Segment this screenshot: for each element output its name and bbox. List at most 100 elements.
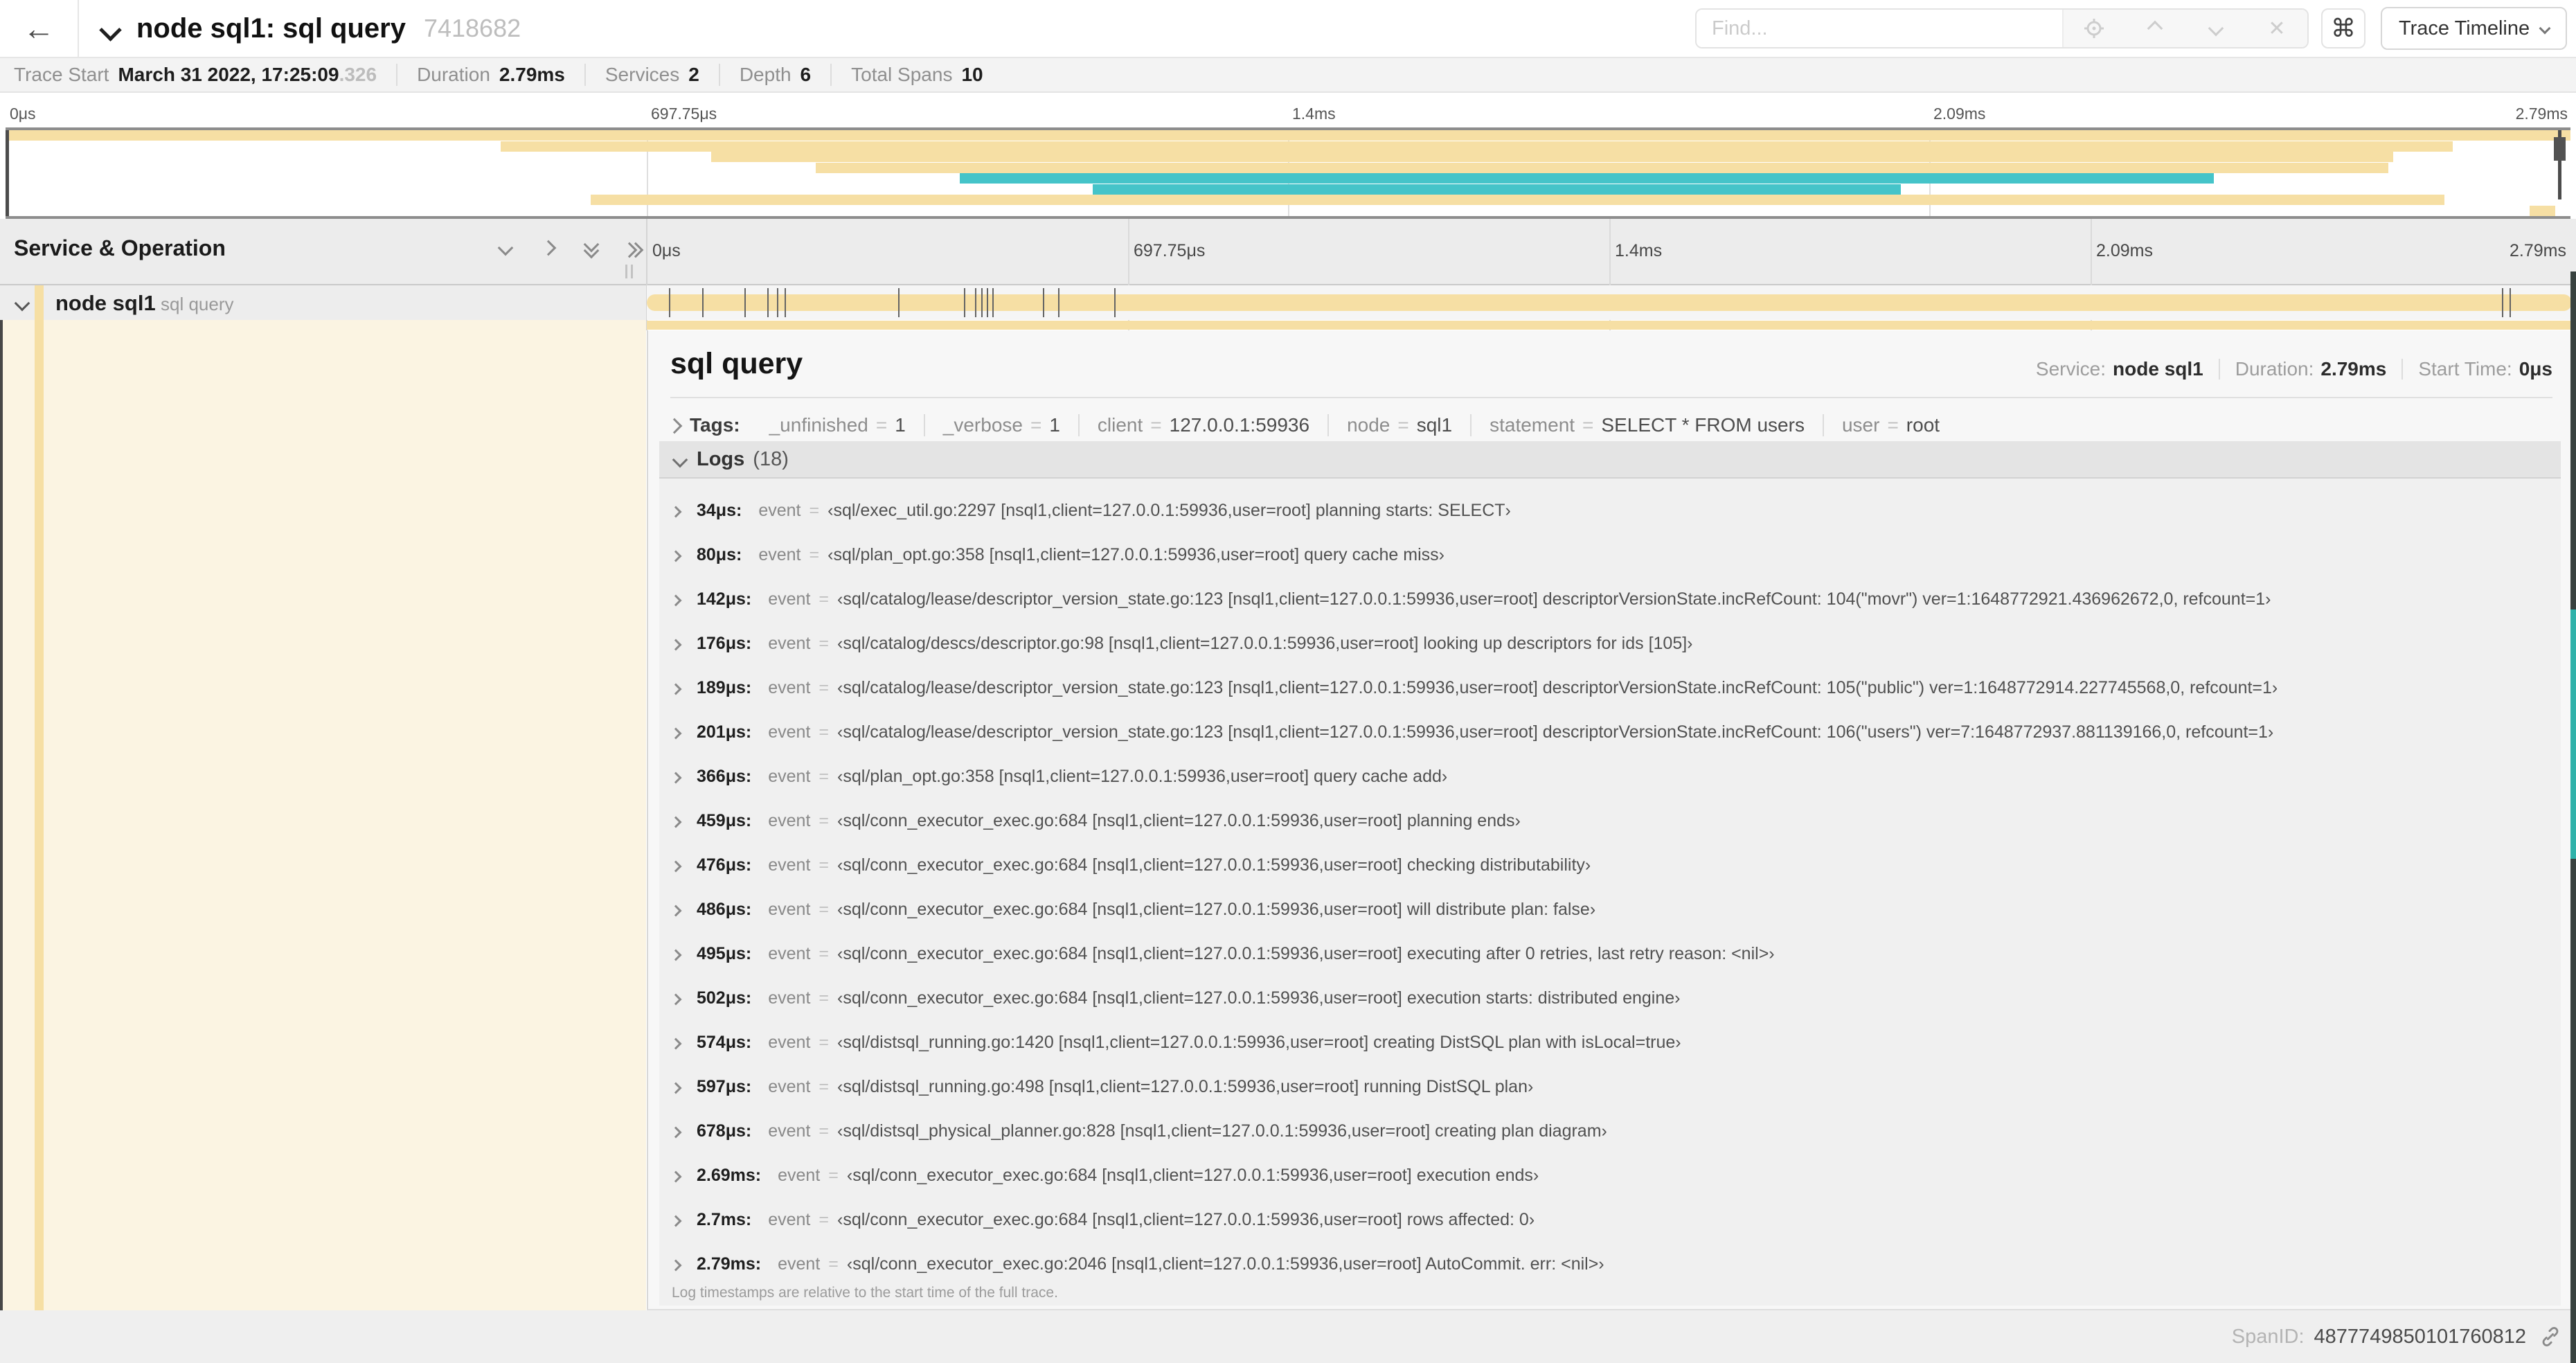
- log-expand-icon[interactable]: [670, 811, 682, 831]
- span-duration-bar[interactable]: [647, 294, 2572, 311]
- log-expand-icon[interactable]: [670, 678, 682, 698]
- log-expand-icon[interactable]: [670, 501, 682, 521]
- log-expand-icon[interactable]: [670, 589, 682, 609]
- log-marker[interactable]: [2510, 288, 2512, 317]
- log-equals: =: [809, 500, 820, 520]
- minimap-right-scrubber-knob[interactable]: [2554, 137, 2566, 161]
- log-marker[interactable]: [669, 288, 671, 317]
- tag-item: node = sql1: [1329, 414, 1472, 436]
- keyboard-shortcuts-button[interactable]: ⌘: [2321, 8, 2365, 48]
- log-row[interactable]: 486μs: event = ‹sql/conn_executor_exec.go:6…: [659, 887, 2561, 932]
- log-marker[interactable]: [701, 288, 704, 317]
- expand-all-icon[interactable]: [621, 242, 644, 258]
- log-marker[interactable]: [767, 288, 769, 317]
- log-expand-icon[interactable]: [670, 900, 682, 920]
- log-row[interactable]: 189μs: event = ‹sql/catalog/lease/descripto…: [659, 666, 2561, 710]
- log-row[interactable]: 2.79ms: event = ‹sql/conn_executor_exec.go:…: [659, 1242, 2561, 1286]
- log-expand-icon[interactable]: [670, 1077, 682, 1097]
- minimap-left-scrubber-handle[interactable]: [6, 130, 9, 216]
- log-expand-icon[interactable]: [670, 1033, 682, 1053]
- log-marker[interactable]: [963, 288, 965, 317]
- span-row-service-cell[interactable]: node sql1 sql query: [0, 285, 646, 320]
- span-detail-meta: Service: node sql1 Duration: 2.79ms Start Ti…: [2036, 358, 2552, 380]
- deep-link-icon[interactable]: [2539, 1325, 2562, 1348]
- log-equals: =: [819, 722, 830, 742]
- log-row[interactable]: 678μs: event = ‹sql/distsql_physical_planne…: [659, 1109, 2561, 1153]
- log-marker[interactable]: [987, 288, 989, 317]
- log-row[interactable]: 495μs: event = ‹sql/conn_executor_exec.go:6…: [659, 932, 2561, 976]
- span-collapse-icon[interactable]: [14, 295, 30, 312]
- find-input[interactable]: [1697, 10, 2062, 47]
- log-timestamp: 476μs:: [697, 855, 752, 875]
- log-row[interactable]: 2.7ms: event = ‹sql/conn_executor_exec.go:6…: [659, 1197, 2561, 1242]
- log-row[interactable]: 459μs: event = ‹sql/conn_executor_exec.go:6…: [659, 799, 2561, 843]
- log-expand-icon[interactable]: [670, 722, 682, 742]
- command-icon: ⌘: [2331, 14, 2356, 42]
- find-clear-icon[interactable]: ✕: [2263, 15, 2291, 42]
- log-event-key: event: [768, 943, 811, 963]
- log-marker[interactable]: [1042, 288, 1044, 317]
- log-row[interactable]: 366μs: event = ‹sql/plan_opt.go:358 [nsql1,…: [659, 754, 2561, 799]
- log-row[interactable]: 2.69ms: event = ‹sql/conn_executor_exec.go:…: [659, 1153, 2561, 1197]
- log-row[interactable]: 80μs: event = ‹sql/plan_opt.go:358 [nsql1,c…: [659, 533, 2561, 577]
- log-expand-icon[interactable]: [670, 1121, 682, 1141]
- meta-separator: [2401, 359, 2404, 380]
- view-select-button[interactable]: Trace Timeline: [2381, 7, 2568, 50]
- collapse-one-icon[interactable]: [497, 240, 514, 257]
- child-span-bar-sliver[interactable]: [647, 321, 2572, 330]
- tags-row[interactable]: Tags: _unfinished = 1 _verbose = 1 client = 127.…: [665, 409, 1958, 441]
- minimap-canvas[interactable]: [6, 127, 2570, 219]
- logs-collapse-icon[interactable]: [672, 448, 688, 471]
- log-timestamp: 459μs:: [697, 810, 752, 830]
- collapse-all-icon[interactable]: [583, 236, 600, 258]
- log-marker[interactable]: [981, 288, 983, 317]
- tick-label: 1.4ms: [1292, 105, 1336, 123]
- log-marker[interactable]: [785, 288, 787, 317]
- log-expand-icon[interactable]: [670, 855, 682, 875]
- log-expand-icon[interactable]: [670, 634, 682, 654]
- log-marker[interactable]: [1057, 288, 1059, 317]
- column-resizer-grip[interactable]: [625, 265, 633, 278]
- log-expand-icon[interactable]: [670, 1210, 682, 1230]
- log-expand-icon[interactable]: [670, 1254, 682, 1274]
- log-marker[interactable]: [898, 288, 900, 317]
- collapse-all-icon[interactable]: [99, 18, 122, 42]
- trace-info-item: Depth 6: [720, 64, 832, 86]
- locate-icon[interactable]: [2080, 15, 2108, 42]
- expand-one-icon[interactable]: [540, 240, 557, 257]
- log-expand-icon[interactable]: [670, 988, 682, 1008]
- log-marker[interactable]: [1113, 288, 1116, 317]
- log-row[interactable]: 574μs: event = ‹sql/distsql_running.go:1420…: [659, 1020, 2561, 1064]
- log-event-value: ‹sql/catalog/lease/descriptor_version_st…: [837, 589, 2271, 609]
- tag-value: root: [1906, 414, 1940, 436]
- log-expand-icon[interactable]: [670, 1166, 682, 1186]
- log-expand-icon[interactable]: [670, 944, 682, 964]
- log-marker[interactable]: [777, 288, 779, 317]
- log-row[interactable]: 502μs: event = ‹sql/conn_executor_exec.go:6…: [659, 976, 2561, 1020]
- log-equals: =: [819, 899, 830, 919]
- log-row[interactable]: 597μs: event = ‹sql/distsql_running.go:498 …: [659, 1064, 2561, 1109]
- logs-header[interactable]: Logs (18): [659, 441, 2561, 479]
- log-marker[interactable]: [992, 288, 994, 317]
- log-marker[interactable]: [975, 288, 977, 317]
- log-row[interactable]: 476μs: event = ‹sql/conn_executor_exec.go:6…: [659, 843, 2561, 887]
- log-event-key: event: [768, 766, 811, 786]
- log-expand-icon[interactable]: [670, 767, 682, 787]
- tag-key: node: [1347, 414, 1390, 436]
- log-equals: =: [828, 1254, 839, 1274]
- log-marker[interactable]: [744, 288, 746, 317]
- log-timestamp: 574μs:: [697, 1032, 752, 1052]
- log-marker[interactable]: [2501, 288, 2503, 317]
- log-row[interactable]: 34μs: event = ‹sql/exec_util.go:2297 [nsql1…: [659, 488, 2561, 533]
- back-button[interactable]: ←: [0, 0, 79, 57]
- log-row[interactable]: 201μs: event = ‹sql/catalog/lease/descripto…: [659, 710, 2561, 754]
- tag-item: client = 127.0.0.1:59936: [1080, 414, 1330, 436]
- tags-expand-icon[interactable]: [666, 414, 683, 436]
- log-row[interactable]: 142μs: event = ‹sql/catalog/lease/descripto…: [659, 577, 2561, 621]
- find-prev-icon[interactable]: [2141, 15, 2169, 42]
- log-equals: =: [819, 589, 830, 609]
- log-equals: =: [819, 855, 830, 875]
- log-expand-icon[interactable]: [670, 545, 682, 565]
- log-row[interactable]: 176μs: event = ‹sql/catalog/descs/descripto…: [659, 621, 2561, 666]
- find-next-icon[interactable]: [2202, 15, 2230, 42]
